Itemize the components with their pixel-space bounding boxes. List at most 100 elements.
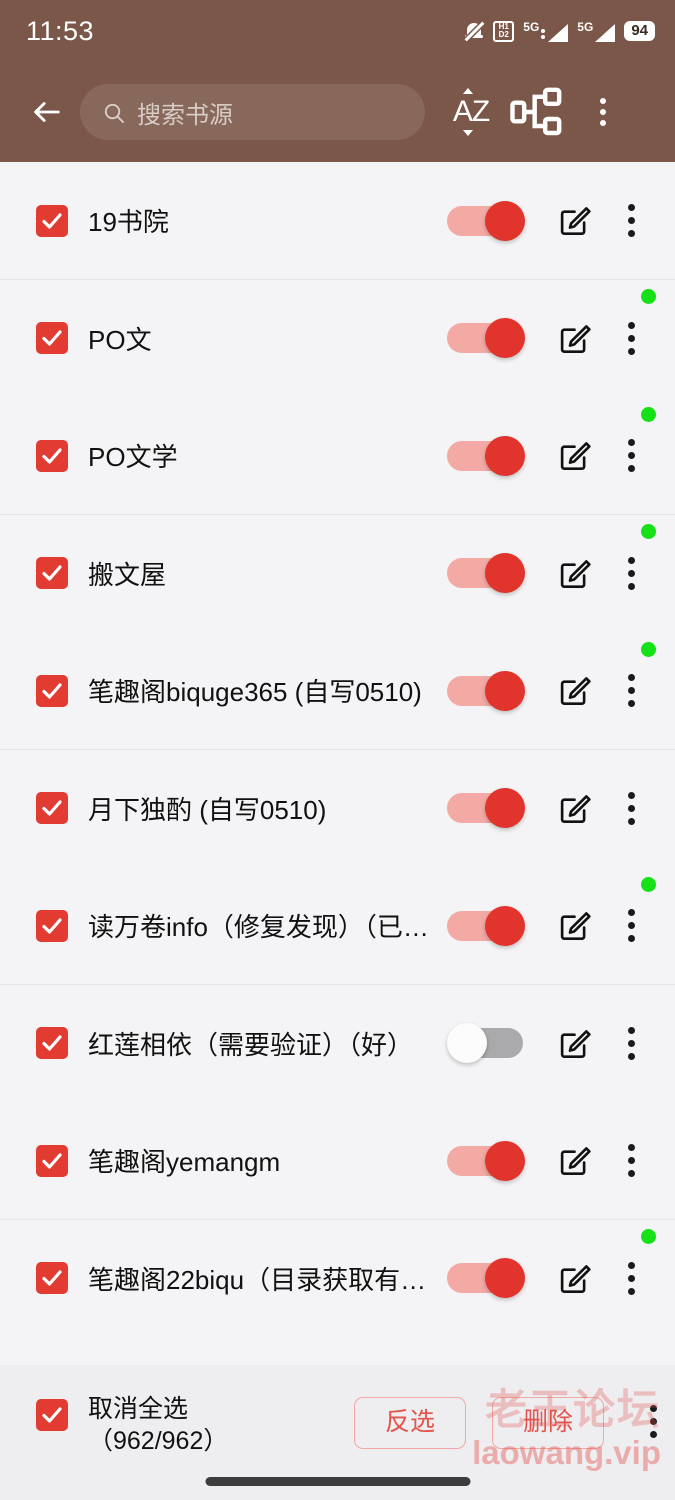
row-toggle[interactable] [447, 200, 525, 241]
table-row[interactable]: PO文 [0, 280, 675, 398]
row-edit-button[interactable] [543, 190, 605, 252]
bell-muted-icon [464, 21, 485, 42]
row-overflow-menu-button[interactable] [605, 1012, 657, 1074]
online-status-dot [641, 641, 656, 657]
row-toggle[interactable] [447, 318, 525, 359]
table-row[interactable]: 月下独酌 (自写0510) [0, 750, 675, 868]
row-edit-button[interactable] [543, 1130, 605, 1192]
overflow-menu-button[interactable] [575, 84, 631, 140]
arrow-left-icon [34, 102, 60, 122]
sim1-network-label: 5G [523, 19, 540, 34]
table-row[interactable]: 笔趣阁yemangm [0, 1102, 675, 1220]
check-icon [42, 213, 62, 229]
row-overflow-menu-button[interactable] [605, 1130, 657, 1192]
hd-network-icon: H1 D2 [493, 20, 515, 42]
sort-letter-z: Z [471, 95, 490, 128]
row-checkbox[interactable] [36, 909, 68, 942]
row-title: PO文学 [88, 442, 178, 473]
row-overflow-menu-button[interactable] [605, 641, 657, 722]
check-icon [42, 1407, 62, 1423]
row-checkbox[interactable] [36, 792, 68, 825]
sim2-network-label: 5G [577, 19, 594, 34]
row-title: 笔趣阁22biqu（目录获取有延… [88, 1264, 447, 1295]
row-title: 红莲相依（需要验证）（好） [88, 1029, 414, 1060]
row-title: 笔趣阁yemangm [88, 1147, 281, 1178]
edit-icon [560, 1147, 591, 1176]
online-status-dot [641, 524, 656, 540]
row-title: 搬文屋 [88, 559, 167, 590]
row-checkbox[interactable] [36, 204, 68, 237]
table-row[interactable]: 搬文屋 [0, 515, 675, 633]
home-indicator[interactable] [205, 1477, 470, 1486]
row-edit-button[interactable] [543, 1012, 605, 1074]
row-overflow-menu-button[interactable] [605, 524, 657, 604]
group-filter-button[interactable] [509, 84, 565, 140]
row-overflow-menu-button[interactable] [605, 289, 657, 369]
status-bar: 11:53 H1 D2 5G 5G 94 [0, 0, 675, 62]
bottom-buttons: 反选 删除 [353, 1397, 657, 1449]
row-checkbox[interactable] [36, 1262, 68, 1295]
online-status-dot [641, 1229, 656, 1245]
row-checkbox[interactable] [36, 1144, 68, 1177]
row-edit-button[interactable] [543, 1247, 605, 1309]
check-icon [42, 683, 62, 699]
row-toggle[interactable] [447, 788, 525, 829]
row-overflow-menu-button[interactable] [605, 777, 657, 839]
row-edit-button[interactable] [543, 660, 605, 722]
row-overflow-menu-button[interactable] [605, 406, 657, 487]
edit-icon [560, 677, 591, 706]
table-row[interactable]: 19书院 [0, 162, 675, 280]
online-status-dot [641, 289, 656, 305]
online-status-dot [641, 876, 656, 892]
row-edit-button[interactable] [543, 542, 605, 604]
book-source-list[interactable]: 19书院 PO文 PO文学搬文屋笔趣阁biquge365 (自写0510) 月下独酌 … [0, 162, 675, 1365]
sort-alpha-button[interactable]: AZ [443, 84, 499, 140]
row-edit-button[interactable] [543, 895, 605, 957]
5g-signal-icon: 5G [577, 19, 616, 42]
search-icon [104, 103, 125, 123]
row-toggle[interactable] [447, 1140, 525, 1181]
row-toggle[interactable] [447, 1258, 525, 1299]
delete-button[interactable]: 删除 [491, 1397, 604, 1449]
row-checkbox[interactable] [36, 322, 68, 355]
edit-icon [560, 794, 591, 823]
row-checkbox[interactable] [36, 1027, 68, 1060]
row-toggle[interactable] [447, 435, 525, 476]
group-hierarchy-icon [510, 87, 562, 136]
online-status-dot [641, 406, 656, 422]
check-icon [42, 330, 62, 346]
table-row[interactable]: 笔趣阁biquge365 (自写0510) [0, 632, 675, 750]
row-checkbox[interactable] [36, 439, 68, 472]
row-edit-button[interactable] [543, 307, 605, 369]
app-bar: 搜索书源 AZ [0, 62, 675, 162]
row-edit-button[interactable] [543, 425, 605, 487]
bottom-overflow-menu-button[interactable] [650, 1405, 657, 1438]
check-icon [42, 1035, 62, 1051]
row-checkbox[interactable] [36, 674, 68, 707]
data-activity-icon [541, 28, 546, 39]
row-checkbox[interactable] [36, 557, 68, 590]
table-row[interactable]: 读万卷info（修复发现）（已检） [0, 867, 675, 985]
row-title: 读万卷info（修复发现）（已检） [88, 912, 447, 943]
row-toggle[interactable] [447, 1023, 525, 1064]
row-toggle[interactable] [447, 670, 525, 711]
table-row[interactable]: PO文学 [0, 397, 675, 515]
row-edit-button[interactable] [543, 777, 605, 839]
row-overflow-menu-button[interactable] [605, 876, 657, 957]
row-toggle[interactable] [447, 905, 525, 946]
battery-indicator: 94 [624, 20, 655, 42]
table-row[interactable]: 红莲相依（需要验证）（好） [0, 985, 675, 1103]
sort-az-icon: AZ [453, 88, 490, 136]
row-overflow-menu-button[interactable] [605, 1229, 657, 1309]
select-all-checkbox[interactable] [36, 1399, 68, 1431]
back-button[interactable] [24, 89, 70, 135]
table-row[interactable]: 笔趣阁22biqu（目录获取有延… [0, 1220, 675, 1338]
check-icon [42, 1270, 62, 1286]
invert-selection-button[interactable]: 反选 [353, 1397, 466, 1449]
row-toggle[interactable] [447, 553, 525, 594]
search-input[interactable]: 搜索书源 [80, 84, 425, 140]
select-all-count: （962/962） [88, 1427, 229, 1455]
select-all-label: 取消全选 （962/962） [88, 1393, 228, 1457]
row-title: PO文 [88, 324, 152, 355]
row-overflow-menu-button[interactable] [605, 190, 657, 252]
